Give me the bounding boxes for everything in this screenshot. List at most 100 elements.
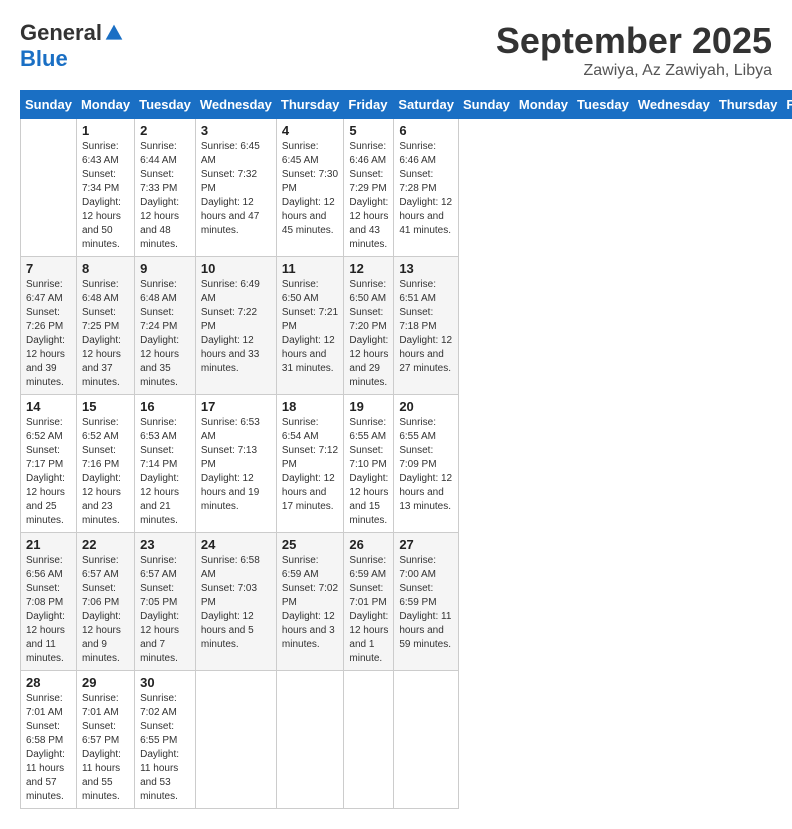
day-info: Sunrise: 6:55 AMSunset: 7:09 PMDaylight:… <box>399 416 453 514</box>
day-number: 22 <box>82 537 129 552</box>
header-sunday: Sunday <box>21 91 77 119</box>
day-info: Sunrise: 7:02 AMSunset: 6:55 PMDaylight:… <box>140 692 190 804</box>
day-info: Sunrise: 6:45 AMSunset: 7:30 PMDaylight:… <box>282 140 339 238</box>
day-info: Sunrise: 6:50 AMSunset: 7:20 PMDaylight:… <box>349 278 388 390</box>
calendar-cell: 21 Sunrise: 6:56 AMSunset: 7:08 PMDayligh… <box>21 533 77 671</box>
day-info: Sunrise: 6:54 AMSunset: 7:12 PMDaylight:… <box>282 416 339 514</box>
calendar-cell: 17 Sunrise: 6:53 AMSunset: 7:13 PMDayligh… <box>195 395 276 533</box>
calendar-cell: 1Sunrise: 6:43 AMSunset: 7:34 PMDaylight… <box>76 119 134 257</box>
calendar-week-row: 21 Sunrise: 6:56 AMSunset: 7:08 PMDayligh… <box>21 533 792 671</box>
day-info: Sunrise: 6:46 AMSunset: 7:29 PMDaylight:… <box>349 140 388 252</box>
calendar-cell: 15 Sunrise: 6:52 AMSunset: 7:16 PMDayligh… <box>76 395 134 533</box>
day-number: 11 <box>282 261 339 276</box>
day-number: 25 <box>282 537 339 552</box>
calendar-cell: 8 Sunrise: 6:48 AMSunset: 7:25 PMDaylight… <box>76 257 134 395</box>
day-number: 14 <box>26 399 71 414</box>
day-number: 20 <box>399 399 453 414</box>
page-header: General Blue September 2025 Zawiya, Az Z… <box>20 20 772 80</box>
calendar-cell: 11 Sunrise: 6:50 AMSunset: 7:21 PMDayligh… <box>276 257 344 395</box>
day-number: 24 <box>201 537 271 552</box>
day-info: Sunrise: 6:48 AMSunset: 7:25 PMDaylight:… <box>82 278 129 390</box>
calendar-cell: 10 Sunrise: 6:49 AMSunset: 7:22 PMDayligh… <box>195 257 276 395</box>
calendar-cell: 2 Sunrise: 6:44 AMSunset: 7:33 PMDaylight… <box>135 119 196 257</box>
header-day-friday: Friday <box>782 91 792 119</box>
day-number: 23 <box>140 537 190 552</box>
day-number: 3 <box>201 123 271 138</box>
logo-general-text: General <box>20 20 102 46</box>
header-thursday: Thursday <box>276 91 344 119</box>
day-number: 28 <box>26 675 71 690</box>
header-tuesday: Tuesday <box>135 91 196 119</box>
header-friday: Friday <box>344 91 394 119</box>
calendar-week-row: 1Sunrise: 6:43 AMSunset: 7:34 PMDaylight… <box>21 119 792 257</box>
day-number: 6 <box>399 123 453 138</box>
logo-icon <box>104 23 124 43</box>
calendar-cell: 19 Sunrise: 6:55 AMSunset: 7:10 PMDayligh… <box>344 395 394 533</box>
day-number: 19 <box>349 399 388 414</box>
header-day-monday: Monday <box>514 91 572 119</box>
day-info: Sunrise: 6:53 AMSunset: 7:14 PMDaylight:… <box>140 416 190 528</box>
day-info: Sunrise: 6:55 AMSunset: 7:10 PMDaylight:… <box>349 416 388 528</box>
day-number: 4 <box>282 123 339 138</box>
day-number: 21 <box>26 537 71 552</box>
day-number: 2 <box>140 123 190 138</box>
calendar-week-row: 14 Sunrise: 6:52 AMSunset: 7:17 PMDayligh… <box>21 395 792 533</box>
calendar-week-row: 28Sunrise: 7:01 AMSunset: 6:58 PMDayligh… <box>21 671 792 809</box>
header-day-tuesday: Tuesday <box>573 91 634 119</box>
day-number: 16 <box>140 399 190 414</box>
calendar-week-row: 7 Sunrise: 6:47 AMSunset: 7:26 PMDaylight… <box>21 257 792 395</box>
calendar-cell: 23 Sunrise: 6:57 AMSunset: 7:05 PMDayligh… <box>135 533 196 671</box>
calendar-cell: 25 Sunrise: 6:59 AMSunset: 7:02 PMDayligh… <box>276 533 344 671</box>
calendar-table: SundayMondayTuesdayWednesdayThursdayFrid… <box>20 90 792 809</box>
day-info: Sunrise: 6:52 AMSunset: 7:16 PMDaylight:… <box>82 416 129 528</box>
calendar-cell: 30Sunrise: 7:02 AMSunset: 6:55 PMDayligh… <box>135 671 196 809</box>
day-info: Sunrise: 6:44 AMSunset: 7:33 PMDaylight:… <box>140 140 190 252</box>
location-text: Zawiya, Az Zawiyah, Libya <box>496 62 772 80</box>
day-info: Sunrise: 6:49 AMSunset: 7:22 PMDaylight:… <box>201 278 271 376</box>
calendar-cell: 3Sunrise: 6:45 AMSunset: 7:32 PMDaylight… <box>195 119 276 257</box>
day-number: 10 <box>201 261 271 276</box>
month-title: September 2025 <box>496 20 772 62</box>
header-monday: Monday <box>76 91 134 119</box>
calendar-cell: 29Sunrise: 7:01 AMSunset: 6:57 PMDayligh… <box>76 671 134 809</box>
day-info: Sunrise: 6:59 AMSunset: 7:02 PMDaylight:… <box>282 554 339 652</box>
day-info: Sunrise: 6:47 AMSunset: 7:26 PMDaylight:… <box>26 278 71 390</box>
day-info: Sunrise: 6:43 AMSunset: 7:34 PMDaylight:… <box>82 140 129 252</box>
calendar-cell: 24Sunrise: 6:58 AMSunset: 7:03 PMDayligh… <box>195 533 276 671</box>
calendar-cell <box>21 119 77 257</box>
day-info: Sunrise: 6:56 AMSunset: 7:08 PMDaylight:… <box>26 554 71 666</box>
day-number: 15 <box>82 399 129 414</box>
day-number: 12 <box>349 261 388 276</box>
calendar-cell: 6 Sunrise: 6:46 AMSunset: 7:28 PMDaylight… <box>394 119 459 257</box>
calendar-cell <box>195 671 276 809</box>
calendar-cell: 26 Sunrise: 6:59 AMSunset: 7:01 PMDayligh… <box>344 533 394 671</box>
day-number: 7 <box>26 261 71 276</box>
day-info: Sunrise: 6:57 AMSunset: 7:05 PMDaylight:… <box>140 554 190 666</box>
header-saturday: Saturday <box>394 91 459 119</box>
title-section: September 2025 Zawiya, Az Zawiyah, Libya <box>496 20 772 80</box>
calendar-cell: 5 Sunrise: 6:46 AMSunset: 7:29 PMDaylight… <box>344 119 394 257</box>
day-number: 26 <box>349 537 388 552</box>
header-day-thursday: Thursday <box>714 91 782 119</box>
header-day-sunday: Sunday <box>458 91 514 119</box>
day-info: Sunrise: 6:53 AMSunset: 7:13 PMDaylight:… <box>201 416 271 514</box>
calendar-cell: 16 Sunrise: 6:53 AMSunset: 7:14 PMDayligh… <box>135 395 196 533</box>
day-number: 27 <box>399 537 453 552</box>
day-number: 5 <box>349 123 388 138</box>
calendar-cell <box>344 671 394 809</box>
day-number: 18 <box>282 399 339 414</box>
day-info: Sunrise: 7:00 AMSunset: 6:59 PMDaylight:… <box>399 554 453 652</box>
calendar-cell: 20 Sunrise: 6:55 AMSunset: 7:09 PMDayligh… <box>394 395 459 533</box>
calendar-cell: 4 Sunrise: 6:45 AMSunset: 7:30 PMDaylight… <box>276 119 344 257</box>
day-info: Sunrise: 6:59 AMSunset: 7:01 PMDaylight:… <box>349 554 388 666</box>
day-info: Sunrise: 6:50 AMSunset: 7:21 PMDaylight:… <box>282 278 339 376</box>
calendar-cell <box>394 671 459 809</box>
logo-blue-text: Blue <box>20 46 68 72</box>
day-info: Sunrise: 6:46 AMSunset: 7:28 PMDaylight:… <box>399 140 453 238</box>
day-info: Sunrise: 6:51 AMSunset: 7:18 PMDaylight:… <box>399 278 453 376</box>
day-info: Sunrise: 6:52 AMSunset: 7:17 PMDaylight:… <box>26 416 71 528</box>
day-number: 8 <box>82 261 129 276</box>
day-number: 17 <box>201 399 271 414</box>
day-info: Sunrise: 6:57 AMSunset: 7:06 PMDaylight:… <box>82 554 129 666</box>
calendar-cell: 27 Sunrise: 7:00 AMSunset: 6:59 PMDayligh… <box>394 533 459 671</box>
